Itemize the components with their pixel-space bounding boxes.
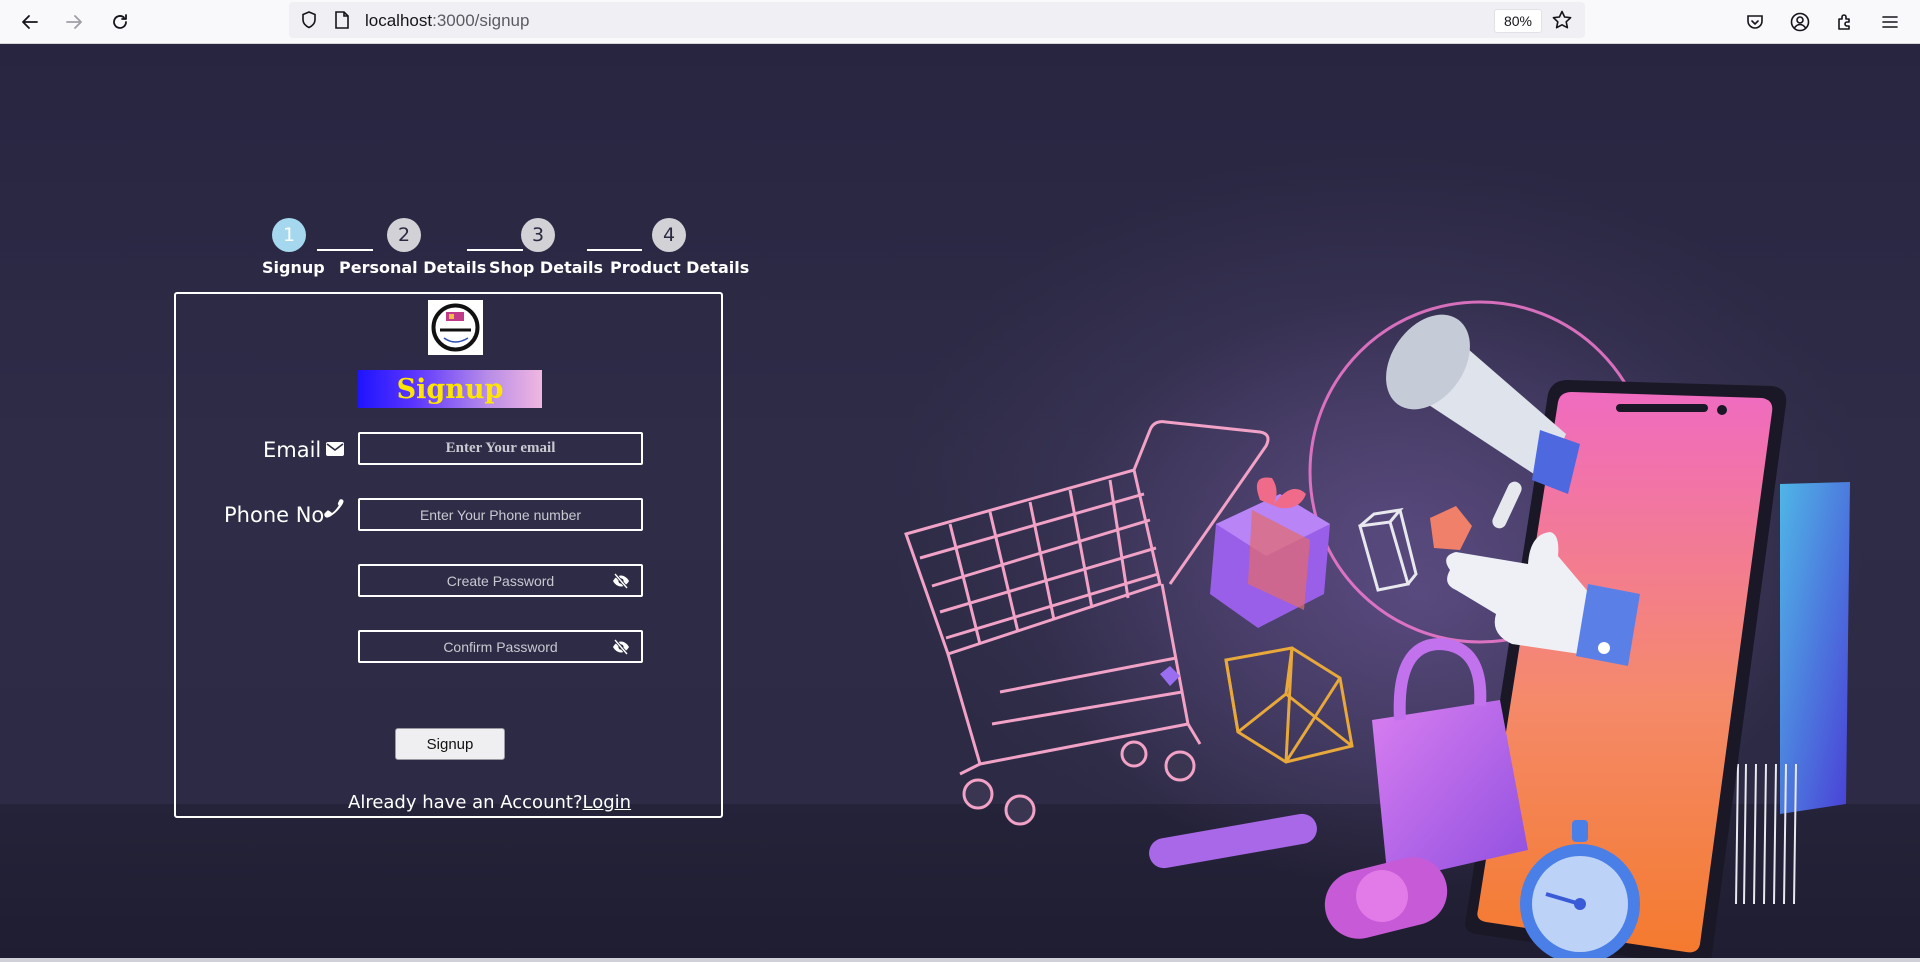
step-2-label: Personal Details [339, 258, 487, 277]
extensions-icon [1838, 14, 1850, 30]
extensions-button[interactable] [1829, 6, 1861, 38]
eye-slash-icon[interactable] [612, 639, 630, 655]
menu-icon [1882, 16, 1898, 28]
step-2-indicator[interactable]: 2 [387, 218, 421, 252]
forward-button[interactable] [58, 6, 90, 38]
step-1-indicator[interactable]: 1 [272, 218, 306, 252]
account-prompt: Already have an Account? [348, 792, 583, 813]
reload-button[interactable] [104, 6, 136, 38]
company-logo [428, 300, 483, 355]
step-3-indicator[interactable]: 3 [521, 218, 555, 252]
confirm-password-input[interactable] [358, 630, 643, 663]
shopping-illustration [904, 294, 1850, 958]
email-label: Email [263, 438, 322, 462]
url-bar[interactable]: localhost:3000/signup 80% [289, 2, 1585, 38]
page-icon[interactable] [333, 10, 351, 30]
url-path: :3000/signup [432, 11, 530, 30]
shield-icon[interactable] [299, 10, 319, 30]
bookmark-star-icon[interactable] [1551, 9, 1573, 31]
pocket-icon [1747, 15, 1763, 29]
pocket-button[interactable] [1739, 6, 1771, 38]
envelope-icon [326, 442, 344, 456]
menu-button[interactable] [1874, 6, 1906, 38]
reload-icon [113, 14, 127, 29]
email-input[interactable] [358, 432, 643, 465]
eye-slash-icon[interactable] [612, 573, 630, 589]
login-link[interactable]: Login [583, 792, 632, 813]
signup-page: 1 2 3 4 Signup Personal Details Shop Det… [0, 44, 1920, 958]
already-account-text: Already have an Account?Login [348, 792, 631, 813]
account-icon [1790, 12, 1810, 32]
forward-arrow-icon [66, 15, 82, 29]
phone-icon [324, 499, 344, 518]
step-connector [317, 249, 373, 251]
bottom-edge [0, 958, 1920, 962]
back-button[interactable] [14, 6, 46, 38]
back-arrow-icon [22, 15, 38, 29]
step-1-label: Signup [262, 258, 325, 277]
zoom-level-badge[interactable]: 80% [1494, 9, 1542, 33]
step-4-label: Product Details [610, 258, 750, 277]
url-host: localhost [365, 11, 433, 30]
browser-toolbar: localhost:3000/signup 80% [0, 0, 1920, 44]
phone-input[interactable] [358, 498, 643, 531]
account-button[interactable] [1784, 6, 1816, 38]
signup-heading: Signup [358, 370, 542, 408]
step-4-indicator[interactable]: 4 [652, 218, 686, 252]
step-3-label: Shop Details [489, 258, 603, 277]
step-connector [467, 249, 523, 251]
signup-button[interactable]: Signup [395, 728, 505, 760]
password-input[interactable] [358, 564, 643, 597]
signup-heading-text: Signup [396, 373, 504, 405]
url-text[interactable]: localhost:3000/signup [365, 11, 529, 31]
phone-label: Phone No [224, 503, 325, 527]
step-connector [587, 249, 642, 251]
